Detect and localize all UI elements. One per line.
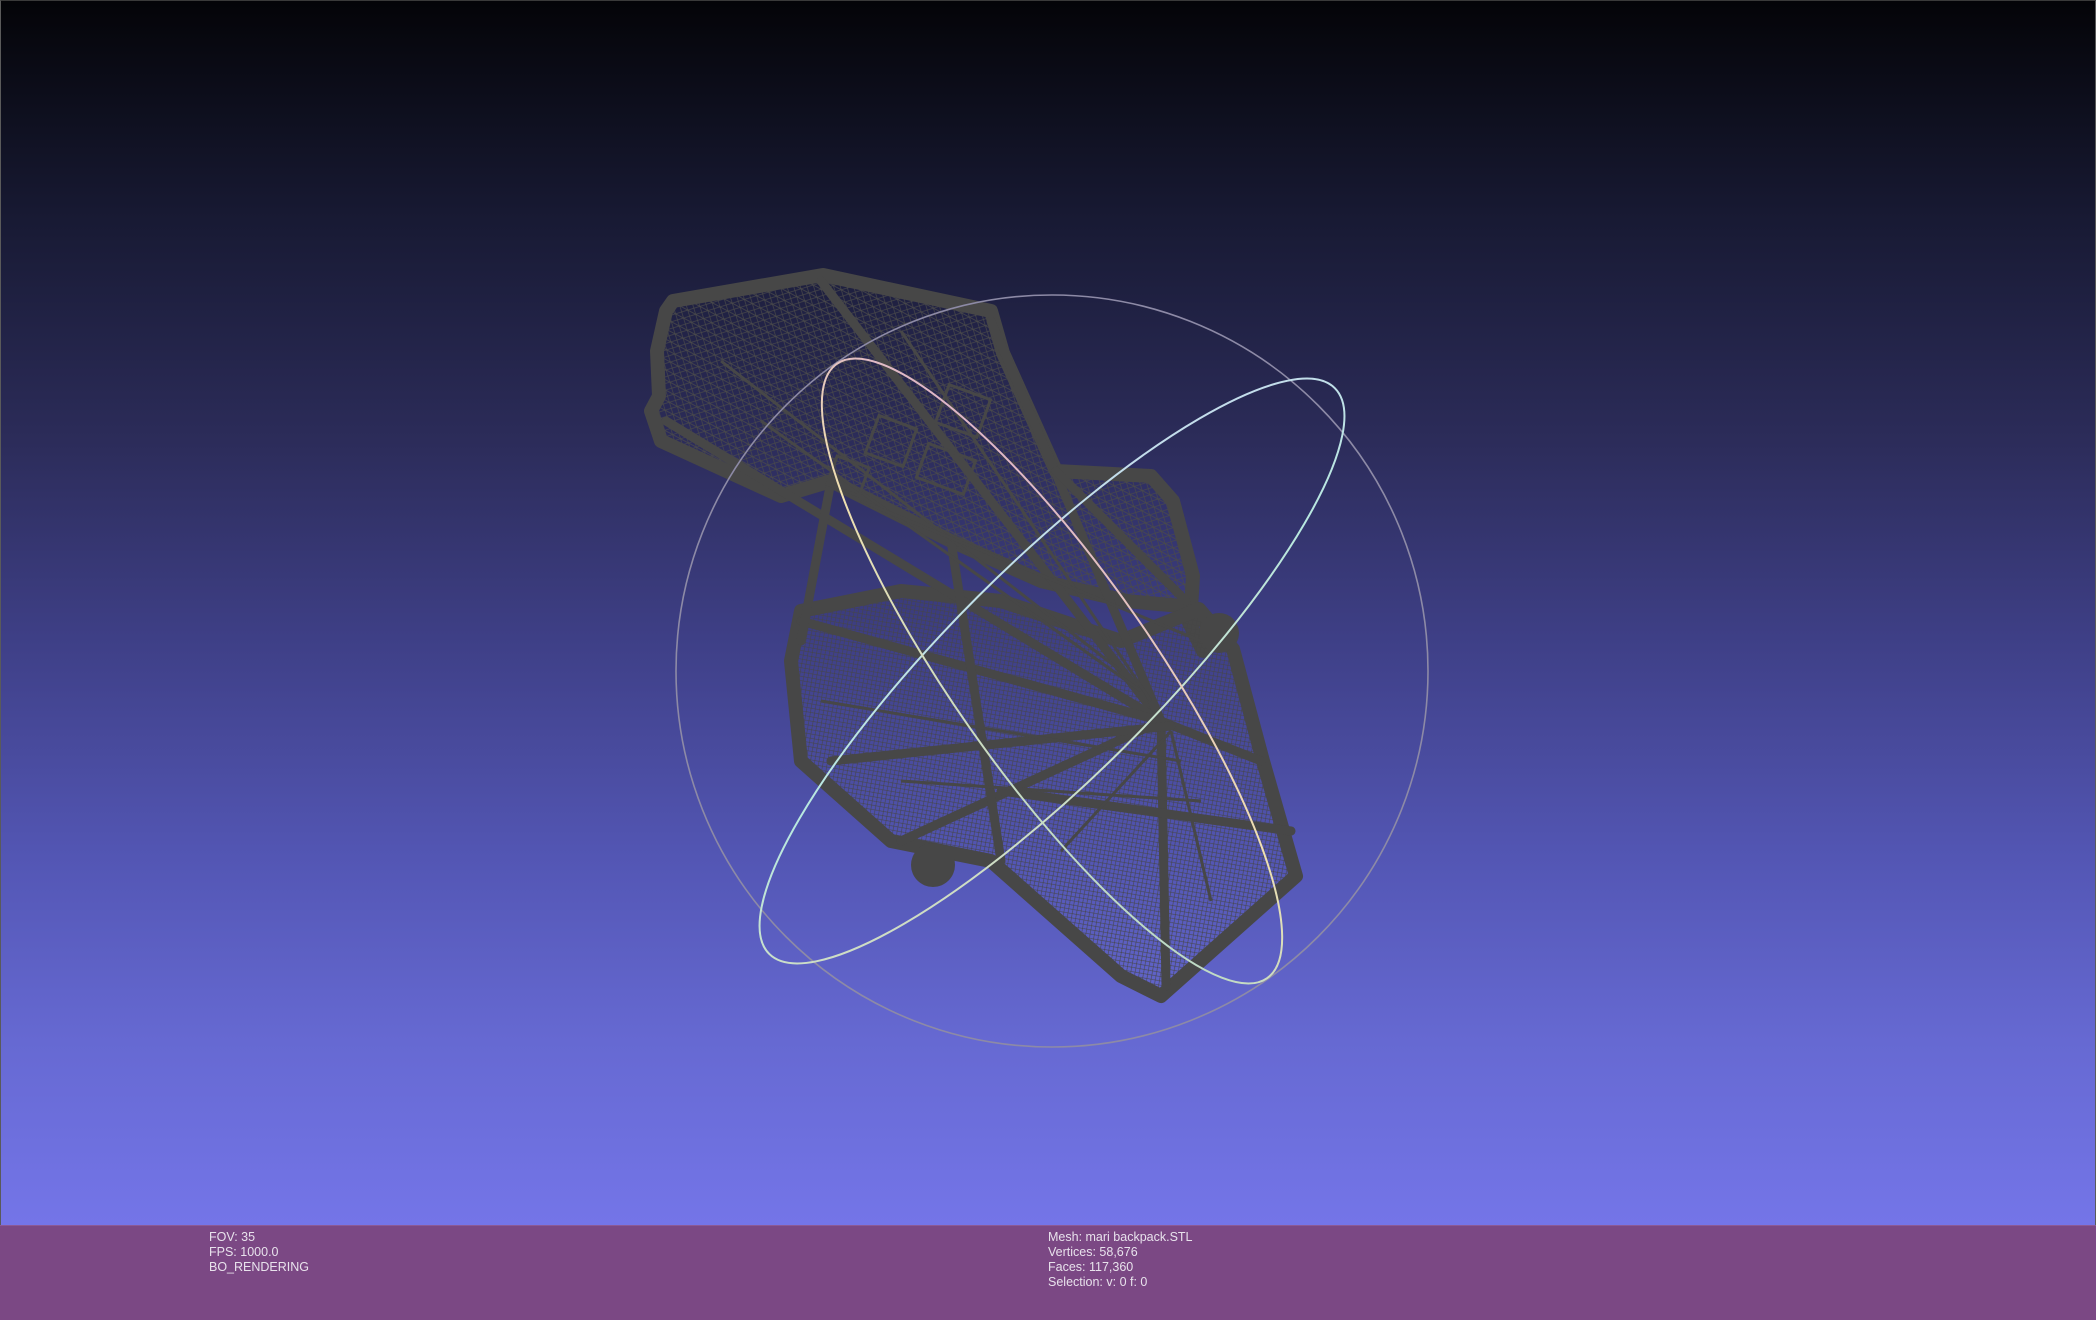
fps-label: FPS: 1000.0 bbox=[209, 1245, 279, 1259]
selection-info-label: Selection: v: 0 f: 0 bbox=[1048, 1275, 1148, 1289]
3d-viewport[interactable] bbox=[0, 0, 2096, 1225]
mesh-info-panel: Mesh: mari backpack.STL Vertices: 58,676… bbox=[1048, 1230, 1193, 1290]
rendering-mode-label: BO_RENDERING bbox=[209, 1260, 310, 1274]
info-bar: FOV: 35 FPS: 1000.0 BO_RENDERING Mesh: m… bbox=[0, 1225, 2096, 1320]
knob-right bbox=[1199, 613, 1239, 653]
fov-label: FOV: 35 bbox=[209, 1230, 256, 1244]
render-info-panel: FOV: 35 FPS: 1000.0 BO_RENDERING bbox=[209, 1230, 309, 1275]
mesh-name-label: Mesh: mari backpack.STL bbox=[1048, 1230, 1193, 1244]
scene-canvas[interactable] bbox=[1, 1, 2096, 1226]
knob-left bbox=[911, 843, 955, 887]
meshlab-viewer: FOV: 35 FPS: 1000.0 BO_RENDERING Mesh: m… bbox=[0, 0, 2096, 1320]
vertices-count-label: Vertices: 58,676 bbox=[1048, 1245, 1138, 1259]
faces-count-label: Faces: 117,360 bbox=[1048, 1260, 1134, 1274]
mesh-model bbox=[644, 268, 1303, 1003]
